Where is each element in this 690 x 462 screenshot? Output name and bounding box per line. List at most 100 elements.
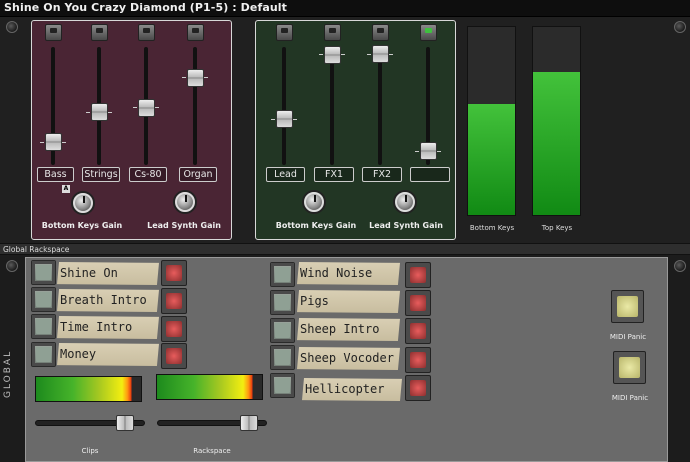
fader-tick [319,54,323,55]
song-select-button[interactable] [31,260,56,285]
fader-label: Cs-80 [129,167,167,182]
fader-label: Organ [179,167,217,182]
midi-panic-label: MIDI Panic [609,333,647,341]
mute-button[interactable] [187,24,204,41]
fader-label [410,167,450,182]
lead-synth-gain-knob[interactable] [395,192,415,212]
fader-tick [182,77,186,78]
fader-handle[interactable] [45,133,62,151]
fader-track [378,47,382,165]
mute-button[interactable] [372,24,389,41]
assign-badge: A [62,185,70,193]
knob-label: Lead Synth Gain [147,221,221,230]
fader-tick [341,54,345,55]
fader-tick [271,119,275,120]
meter-label: Bottom Keys [469,224,515,232]
song-stop-button[interactable] [405,318,431,344]
song-stop-button[interactable] [405,375,431,401]
fader-label: FX2 [362,167,402,182]
song-select-button[interactable] [31,314,56,339]
fader-label: Strings [82,167,120,182]
fader-handle[interactable] [276,110,293,128]
song-select-button[interactable] [31,287,56,312]
midi-panic-button[interactable] [613,351,646,384]
rackspace-title: Shine On You Crazy Diamond (P1-5) : Defa… [0,0,690,16]
fader-tick [108,112,112,113]
song-select-button[interactable] [270,373,295,398]
mute-button[interactable] [91,24,108,41]
screw-icon [6,260,18,272]
fader-tick [62,142,66,143]
song-label: Money [57,343,159,366]
song-label: Time Intro [57,316,159,339]
clips-volume-slider[interactable] [35,415,145,431]
fader-tick [367,54,371,55]
song-label: Hellicopter [302,378,402,401]
lead-synth-gain-knob[interactable] [175,192,195,212]
fader-handle[interactable] [372,45,389,63]
slider-handle[interactable] [240,415,258,431]
song-stop-button[interactable] [161,260,187,286]
meter-fill [533,72,580,215]
slider-label: Clips [81,447,99,455]
song-stop-button[interactable] [161,288,187,314]
fader-handle[interactable] [420,142,437,160]
synth-panel: Lead FX1 FX2 Bottom Keys Gain Lead Synth… [255,20,456,240]
song-label: Pigs [297,290,400,313]
song-label: Wind Noise [297,262,400,285]
screw-icon [674,260,686,272]
fader-tick [415,151,419,152]
song-select-button[interactable] [270,290,295,315]
bottom-keys-meter [467,26,516,216]
clips-level-meter [35,376,142,402]
meter-fill [468,104,515,215]
fader-tick [204,77,208,78]
song-select-button[interactable] [270,262,295,287]
song-stop-button[interactable] [405,347,431,373]
fader-track [330,47,334,165]
song-select-button[interactable] [31,342,56,367]
bottom-keys-gain-knob[interactable] [304,192,324,212]
slider-label: Rackspace [193,447,231,455]
knob-label: Bottom Keys Gain [41,221,123,230]
mute-button[interactable] [324,24,341,41]
song-label: Sheep Vocoder [297,347,400,370]
song-stop-button[interactable] [161,316,187,342]
midi-panic-button[interactable] [611,290,644,323]
rackspace-volume-slider[interactable] [157,415,267,431]
mute-button[interactable] [276,24,293,41]
mute-button[interactable] [45,24,62,41]
rackspace-panel: Bass Strings Cs-80 Organ A Bottom Keys G… [0,16,690,243]
knob-label: Bottom Keys Gain [275,221,357,230]
fader-track [282,47,286,165]
song-stop-button[interactable] [405,262,431,288]
fader-tick [389,54,393,55]
fader-handle[interactable] [324,46,341,64]
fader-tick [40,142,44,143]
fader-handle[interactable] [91,103,108,121]
song-stop-button[interactable] [405,290,431,316]
top-keys-meter [532,26,581,216]
fader-track [193,47,197,165]
song-label: Shine On [57,262,159,285]
fader-handle[interactable] [187,69,204,87]
song-stop-button[interactable] [161,343,187,369]
song-select-button[interactable] [270,318,295,343]
mute-button[interactable] [138,24,155,41]
fader-tick [155,107,159,108]
slider-handle[interactable] [116,415,134,431]
fader-tick [133,107,137,108]
bottom-keys-gain-knob[interactable] [73,193,93,213]
keys-panel: Bass Strings Cs-80 Organ A Bottom Keys G… [31,20,232,240]
song-label: Sheep Intro [297,318,400,341]
song-select-button[interactable] [270,345,295,370]
knob-label: Lead Synth Gain [369,221,443,230]
fader-label: Bass [37,167,74,182]
fader-label: Lead [266,167,305,182]
fader-handle[interactable] [138,99,155,117]
mute-button[interactable] [420,24,437,41]
fader-tick [293,119,297,120]
global-rackspace-bar[interactable]: Global Rackspace [0,243,690,255]
song-label: Breath Intro [57,289,159,312]
midi-panic-label: MIDI Panic [611,394,649,402]
